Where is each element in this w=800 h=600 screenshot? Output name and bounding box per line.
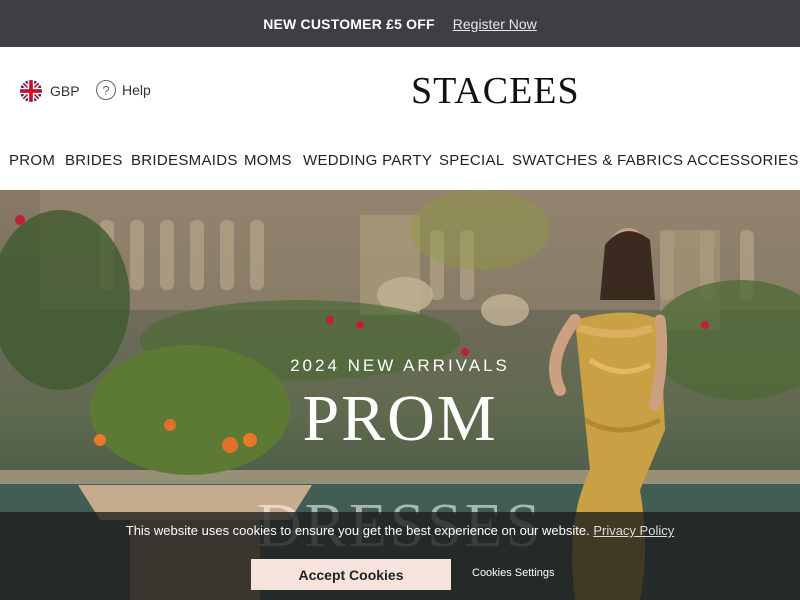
register-now-link[interactable]: Register Now xyxy=(453,16,537,32)
cookie-message: This website uses cookies to ensure you … xyxy=(125,523,590,538)
currency-selector[interactable]: GBP xyxy=(20,80,80,102)
promo-bar: NEW CUSTOMER £5 OFF Register Now xyxy=(0,0,800,47)
nav-item-wedding-party[interactable]: WEDDING PARTY xyxy=(303,152,432,169)
site-header: GBP ? Help STACEES xyxy=(0,47,800,137)
question-circle-icon: ? xyxy=(96,80,116,100)
nav-item-prom[interactable]: PROM xyxy=(9,152,55,169)
cookie-banner: This website uses cookies to ensure you … xyxy=(0,512,800,600)
nav-item-moms[interactable]: MOMS xyxy=(244,152,292,169)
promo-offer-text: NEW CUSTOMER £5 OFF xyxy=(263,15,435,32)
cookies-settings-link[interactable]: Cookies Settings xyxy=(472,567,555,579)
currency-label: GBP xyxy=(50,83,80,99)
hero-title: PROM xyxy=(302,382,498,455)
help-label: Help xyxy=(122,82,151,98)
uk-flag-icon xyxy=(20,80,42,102)
hero-kicker: 2024 NEW ARRIVALS xyxy=(290,356,510,375)
nav-item-special[interactable]: SPECIAL xyxy=(439,152,504,169)
cookie-message-row: This website uses cookies to ensure you … xyxy=(0,523,800,538)
nav-item-bridesmaids[interactable]: BRIDESMAIDS xyxy=(131,152,238,169)
help-link[interactable]: ? Help xyxy=(96,80,151,100)
site-logo[interactable]: STACEES xyxy=(411,69,580,113)
main-nav: PROM BRIDES BRIDESMAIDS MOMS WEDDING PAR… xyxy=(0,137,800,190)
nav-item-accessories[interactable]: ACCESSORIES & xyxy=(687,152,800,169)
nav-item-swatches-fabrics[interactable]: SWATCHES & FABRICS xyxy=(512,152,683,169)
accept-cookies-button[interactable]: Accept Cookies xyxy=(251,559,451,590)
privacy-policy-link[interactable]: Privacy Policy xyxy=(593,523,674,538)
nav-item-brides[interactable]: BRIDES xyxy=(65,152,123,169)
